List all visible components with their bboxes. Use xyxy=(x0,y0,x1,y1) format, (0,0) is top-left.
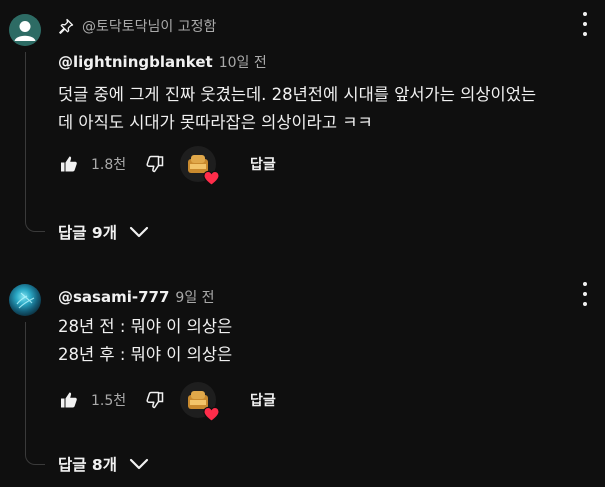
creator-heart[interactable] xyxy=(180,146,220,186)
chevron-down-icon xyxy=(129,458,149,470)
comment-text: 덧글 중에 그게 진짜 웃겼는데. 28년전에 시대를 앞서가는 의상이었는 데… xyxy=(58,85,537,132)
author-line: @lightningblanket 10일 전 xyxy=(58,52,267,72)
author-name[interactable]: @lightningblanket xyxy=(58,53,213,71)
more-options-icon[interactable] xyxy=(581,12,589,36)
like-button[interactable] xyxy=(55,150,83,178)
comment-time[interactable]: 9일 전 xyxy=(175,287,214,307)
reply-button[interactable]: 답글 xyxy=(250,154,276,174)
comment-time[interactable]: 10일 전 xyxy=(219,52,267,72)
thread-line xyxy=(25,322,45,465)
avatar[interactable] xyxy=(9,284,41,316)
replies-toggle[interactable]: 답글 9개 xyxy=(58,221,149,243)
replies-toggle[interactable]: 답글 8개 xyxy=(58,453,149,475)
pinned-label: @토닥토닥님이 고정함 xyxy=(58,16,216,36)
default-avatar-icon xyxy=(9,14,41,46)
like-count: 1.8천 xyxy=(91,157,127,173)
thumbs-down-icon xyxy=(146,391,164,409)
blue-glow-avatar xyxy=(16,292,35,309)
chevron-down-icon xyxy=(129,226,149,238)
thumbs-down-icon xyxy=(146,155,164,173)
pin-icon xyxy=(59,18,74,34)
comment-actions: 1.5천 답글 xyxy=(55,382,276,422)
heart-icon xyxy=(203,170,220,186)
author-name[interactable]: @sasami-777 xyxy=(58,288,169,306)
comment-text: 28년 전 : 뭐야 이 의상은 28년 후 : 뭐야 이 의상은 xyxy=(58,317,233,364)
creator-heart[interactable] xyxy=(180,382,220,422)
dislike-button[interactable] xyxy=(141,386,169,414)
thumbs-up-icon xyxy=(61,392,77,408)
comment-1: @토닥토닥님이 고정함 @lightningblanket 10일 전 덧글 중… xyxy=(0,0,605,262)
thread-line xyxy=(25,52,45,232)
like-button[interactable] xyxy=(55,386,83,414)
comment-2: @sasami-777 9일 전 28년 전 : 뭐야 이 의상은 28년 후 … xyxy=(0,270,605,487)
pinned-text: @토닥토닥님이 고정함 xyxy=(82,19,217,35)
replies-count: 답글 8개 xyxy=(58,456,117,474)
comment-actions: 1.8천 답글 xyxy=(55,146,276,186)
avatar[interactable] xyxy=(9,14,41,46)
dislike-button[interactable] xyxy=(141,150,169,178)
like-count: 1.5천 xyxy=(91,393,127,409)
more-options-icon[interactable] xyxy=(581,282,589,306)
author-line: @sasami-777 9일 전 xyxy=(58,287,215,307)
heart-icon xyxy=(203,406,220,422)
replies-count: 답글 9개 xyxy=(58,224,117,242)
thumbs-up-icon xyxy=(61,156,77,172)
reply-button[interactable]: 답글 xyxy=(250,390,276,410)
